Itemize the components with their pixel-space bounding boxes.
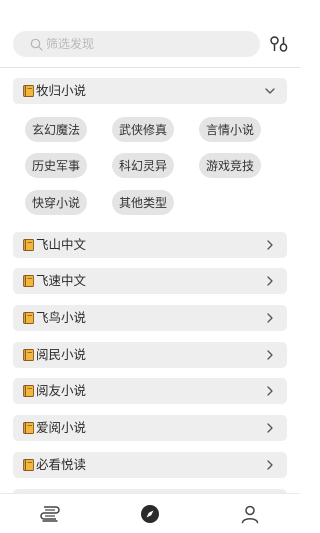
source-row-yueminxiaoshuo[interactable]: 阅民小说 — [13, 342, 287, 368]
chevron-right-icon[interactable] — [264, 349, 276, 361]
source-label: 爱阅小说 — [36, 419, 87, 435]
chevron-down-icon[interactable] — [264, 85, 276, 97]
tag-chip[interactable]: 游戏竞技 — [199, 153, 261, 178]
search-input[interactable]: 筛选发现 — [13, 31, 260, 57]
source-label: 飞山中文 — [36, 236, 87, 252]
source-row-muguixiaoshuo[interactable]: 牧归小说 — [13, 78, 287, 104]
chevron-right-icon[interactable] — [264, 422, 276, 434]
tag-chip[interactable]: 快穿小说 — [25, 190, 87, 215]
source-label: 飞速中文 — [36, 272, 87, 288]
source-row-aiyuexiaoshuo[interactable]: 爱阅小说 — [13, 415, 287, 441]
nav-bookshelf[interactable] — [38, 502, 62, 526]
filter-button[interactable] — [268, 33, 290, 55]
source-label: 阅友小说 — [36, 382, 87, 398]
tag-chip[interactable]: 其他类型 — [112, 190, 174, 215]
source-list[interactable]: 牧归小说 玄幻魔法 武侠修真 言情小说 历史军事 科幻灵异 游戏竞技 快穿小说 … — [0, 68, 300, 493]
tag-chip[interactable]: 玄幻魔法 — [25, 117, 87, 142]
tag-chip[interactable]: 历史军事 — [25, 153, 87, 178]
book-icon — [23, 275, 34, 287]
book-icon — [23, 349, 34, 361]
chevron-right-icon[interactable] — [264, 459, 276, 471]
source-label: 阅民小说 — [36, 346, 87, 362]
source-row-feishanzhongwen[interactable]: 飞山中文 — [13, 232, 287, 258]
book-icon — [23, 459, 34, 471]
top-bar: 筛选发现 — [0, 0, 300, 66]
nav-discover[interactable] — [138, 502, 162, 526]
tag-chip[interactable]: 言情小说 — [199, 117, 261, 142]
source-row-feiniaoxiaoshuo[interactable]: 飞鸟小说 — [13, 305, 287, 331]
source-row-yueyouxiaoshuo[interactable]: 阅友小说 — [13, 378, 287, 404]
search-icon — [30, 38, 43, 51]
tag-chip[interactable]: 科幻灵异 — [112, 153, 174, 178]
chevron-right-icon[interactable] — [264, 312, 276, 324]
source-row-feisuzhongwen[interactable]: 飞速中文 — [13, 268, 287, 294]
book-icon — [23, 312, 34, 324]
compass-icon — [139, 503, 161, 525]
chevron-right-icon[interactable] — [264, 385, 276, 397]
book-icon — [23, 385, 34, 397]
tag-chip[interactable]: 武侠修真 — [112, 117, 174, 142]
bookshelf-icon — [39, 503, 61, 525]
chevron-right-icon[interactable] — [264, 239, 276, 251]
source-label: 飞鸟小说 — [36, 309, 87, 325]
source-label: 牧归小说 — [36, 82, 87, 98]
search-placeholder: 筛选发现 — [46, 37, 95, 51]
book-icon — [23, 85, 34, 97]
source-label: 必看悦读 — [36, 456, 87, 472]
chevron-right-icon[interactable] — [264, 275, 276, 287]
user-icon — [239, 503, 261, 525]
book-icon — [23, 239, 34, 251]
source-row-bikanyuedu[interactable]: 必看悦读 — [13, 452, 287, 478]
filter-icon — [269, 34, 289, 54]
bottom-nav — [0, 493, 300, 533]
nav-profile[interactable] — [238, 502, 262, 526]
book-icon — [23, 422, 34, 434]
